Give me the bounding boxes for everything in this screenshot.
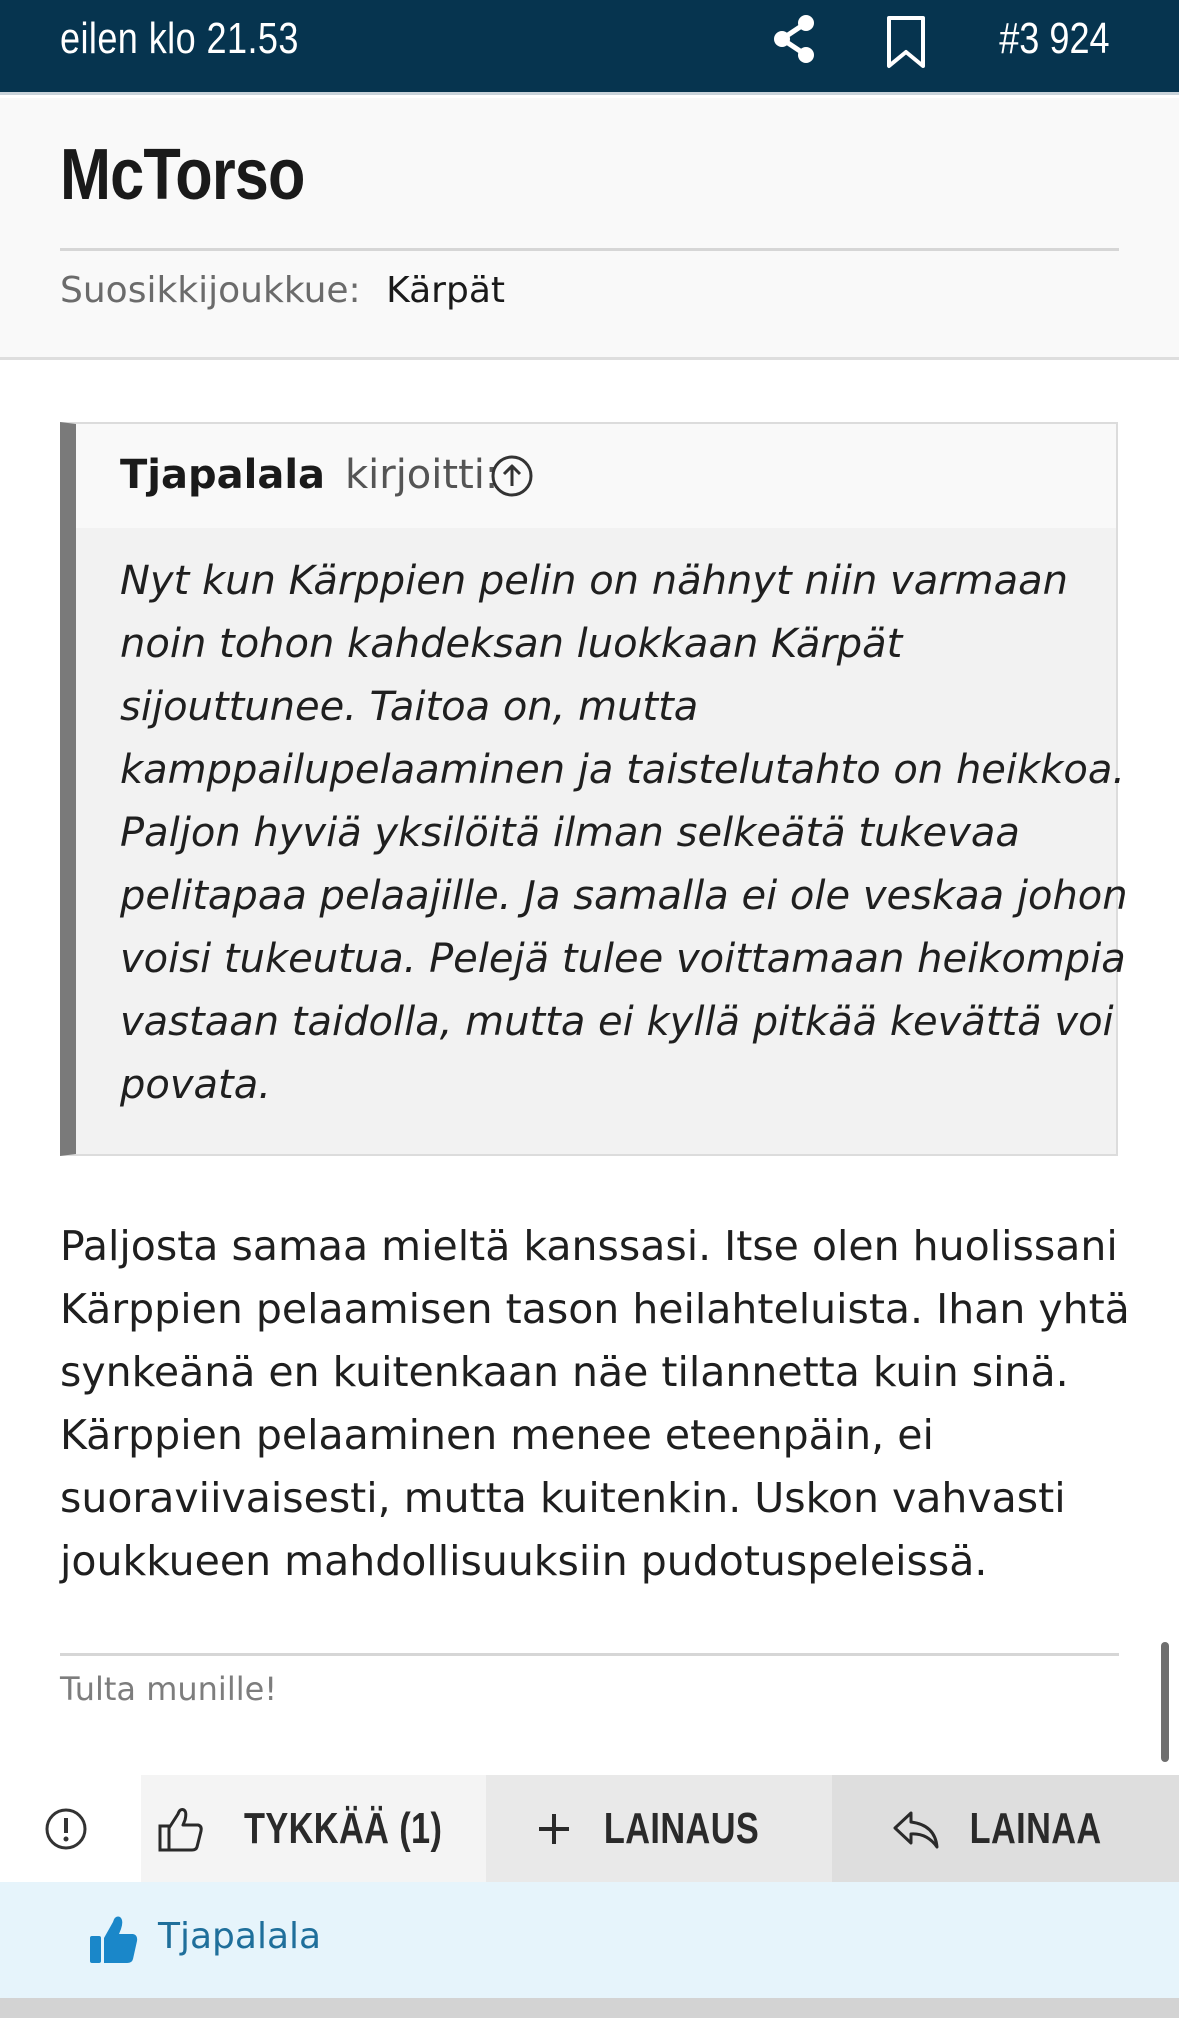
divider	[60, 248, 1119, 251]
arrow-up-circle-icon[interactable]	[490, 454, 534, 498]
author-name[interactable]: McTorso	[60, 134, 305, 216]
liker-name[interactable]: Tjapalala	[158, 1916, 321, 1957]
favorite-team-value: Kärpät	[386, 270, 506, 311]
quote-line: sijouttunee. Taitoa on, mutta	[120, 684, 699, 730]
quote-author-name: Tjapalala	[120, 452, 326, 498]
likers-bar: Tjapalala	[0, 1882, 1179, 1998]
post-line: synkeänä en kuitenkaan näe tilannetta ku…	[60, 1348, 1069, 1396]
quote-line: kamppailupelaaminen ja taistelutahto on …	[120, 747, 1126, 793]
post-timestamp: eilen klo 21.53	[60, 14, 299, 63]
like-button[interactable]: TYKKÄÄ (1)	[141, 1775, 486, 1882]
quoted-post: Tjapalala kirjoitti: Nyt kun Kärppien pe…	[60, 422, 1128, 1156]
quote-line: Paljon hyviä yksilöitä ilman selkeätä tu…	[120, 810, 1020, 856]
quote-line: povata.	[120, 1062, 271, 1108]
reply-label: LAINAA	[969, 1803, 1102, 1853]
quote-line: voisi tukeutua. Pelejä tulee voittamaan …	[120, 936, 1126, 982]
signature: Tulta munille!	[60, 1670, 278, 1708]
quote-line: Nyt kun Kärppien pelin on nähnyt niin va…	[120, 558, 1068, 604]
plus-icon	[539, 1813, 570, 1844]
quote-header: Tjapalala kirjoitti:	[76, 424, 1116, 528]
quote-wrote-label: kirjoitti:	[344, 452, 499, 498]
add-quote-button[interactable]: LAINAUS	[486, 1775, 832, 1882]
post-actions: TYKKÄÄ (1) LAINAUS LAINAA	[0, 1775, 1179, 1882]
post-line: suoraviivaisesti, mutta kuitenkin. Uskon…	[60, 1474, 1066, 1522]
quote-line: noin tohon kahdeksan luokkaan Kärpät	[120, 621, 903, 667]
post-number-link[interactable]: #3 924	[1000, 14, 1110, 64]
author-panel: McTorso Suosikkijoukkue: Kärpät	[0, 98, 1179, 360]
post-header-bar: eilen klo 21.53 #3 924	[0, 0, 1179, 95]
report-button[interactable]	[0, 1775, 140, 1882]
exclamation-circle-icon	[45, 1808, 87, 1850]
post-line: Kärppien pelaamisen tason heilahteluista…	[60, 1285, 1130, 1333]
favorite-team-label: Suosikkijoukkue:	[60, 270, 361, 311]
bookmark-icon[interactable]	[885, 14, 927, 70]
post-line: Paljosta samaa mieltä kanssasi. Itse ole…	[60, 1222, 1118, 1270]
thumbs-up-outline-icon	[158, 1807, 204, 1851]
favorite-team: Suosikkijoukkue: Kärpät	[60, 270, 505, 311]
share-icon[interactable]	[770, 14, 818, 64]
quote-text: Nyt kun Kärppien pelin on nähnyt niin va…	[120, 550, 1128, 1117]
signature-divider	[60, 1653, 1119, 1656]
bottom-edge	[0, 1998, 1179, 2018]
add-quote-label: LAINAUS	[604, 1803, 760, 1853]
quote-line: vastaan taidolla, mutta ei kyllä pitkää …	[120, 999, 1114, 1045]
post-line: joukkueen mahdollisuuksiin pudotuspeleis…	[60, 1537, 988, 1585]
scrollbar[interactable]	[1161, 1642, 1169, 1762]
reply-with-quote-button[interactable]: LAINAA	[832, 1775, 1179, 1882]
quote-line: pelitapaa pelaajille. Ja samalla ei ole …	[120, 873, 1128, 919]
reply-arrow-icon	[893, 1811, 939, 1848]
post-body: Paljosta samaa mieltä kanssasi. Itse ole…	[60, 1215, 1130, 1593]
post-line: Kärppien pelaaminen menee eteenpäin, ei	[60, 1411, 934, 1459]
thumbs-up-filled-icon	[88, 1912, 140, 1970]
like-label: TYKKÄÄ (1)	[244, 1803, 443, 1853]
quote-author: Tjapalala kirjoitti:	[120, 452, 498, 498]
